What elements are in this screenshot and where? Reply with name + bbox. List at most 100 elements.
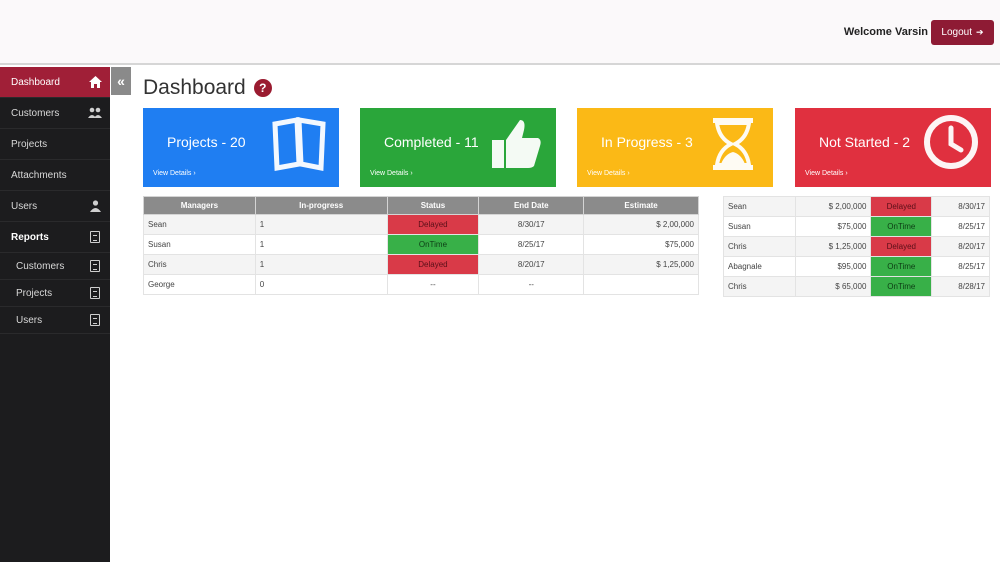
- name-cell: Chris: [723, 276, 796, 297]
- sidebar-item-label: Dashboard: [11, 76, 60, 88]
- status-badge: OnTime: [870, 256, 933, 277]
- managers-table: Managers In-progress Status End Date Est…: [143, 196, 699, 295]
- table-row[interactable]: Chris $ 65,000 OnTime 8/28/17: [723, 276, 990, 297]
- card-not-started: Not Started - 2 View Details ›: [795, 108, 991, 187]
- card-title: Completed - 11: [384, 134, 479, 150]
- card-in-progress: In Progress - 3 View Details ›: [577, 108, 773, 187]
- table-row[interactable]: Sean $ 2,00,000 Delayed 8/30/17: [723, 196, 990, 217]
- date-cell: 8/25/17: [931, 256, 990, 277]
- logout-button[interactable]: Logout ➔: [931, 20, 994, 45]
- sidebar-item-label: Customers: [11, 107, 60, 119]
- card-completed: Completed - 11 View Details ›: [360, 108, 556, 187]
- report-icon: [88, 313, 102, 327]
- table-row[interactable]: George 0 -- --: [143, 274, 699, 295]
- end-date-cell: 8/20/17: [478, 254, 585, 275]
- page-title: Dashboard ?: [143, 76, 272, 100]
- estimate-cell: $ 2,00,000: [583, 214, 699, 235]
- status-badge: Delayed: [870, 236, 933, 257]
- sidebar-item-users[interactable]: Users: [0, 191, 110, 222]
- estimate-cell: $ 1,25,000: [583, 254, 699, 275]
- amount-cell: $ 1,25,000: [794, 236, 872, 257]
- estimate-cell: $75,000: [583, 234, 699, 255]
- home-icon: [88, 75, 102, 89]
- table-row[interactable]: Susan 1 OnTime 8/25/17 $75,000: [143, 234, 699, 255]
- employees-table: Sean $ 2,00,000 Delayed 8/30/17 Susan $7…: [723, 196, 990, 297]
- view-details-link[interactable]: View Details ›: [153, 170, 196, 177]
- sidebar-report-users[interactable]: Users: [0, 307, 110, 334]
- sidebar-item-label: Users: [16, 314, 43, 326]
- report-icon: [88, 286, 102, 300]
- card-title: In Progress - 3: [601, 134, 693, 150]
- sidebar-item-label: Customers: [16, 260, 65, 272]
- end-date-cell: 8/30/17: [478, 214, 585, 235]
- help-icon[interactable]: ?: [253, 79, 272, 97]
- column-header[interactable]: Estimate: [583, 196, 699, 215]
- date-cell: 8/30/17: [931, 196, 990, 217]
- logout-label: Logout: [941, 27, 973, 38]
- hourglass-icon: [713, 118, 753, 170]
- column-header[interactable]: Managers: [143, 196, 256, 215]
- date-cell: 8/20/17: [931, 236, 990, 257]
- in-progress-cell: 1: [254, 254, 388, 275]
- sidebar-report-customers[interactable]: Customers: [0, 253, 110, 280]
- table-header-row: Managers In-progress Status End Date Est…: [143, 196, 699, 215]
- sidebar-item-attachments[interactable]: Attachments: [0, 160, 110, 191]
- in-progress-cell: 1: [254, 214, 388, 235]
- column-header[interactable]: Status: [386, 196, 480, 215]
- status-badge: OnTime: [870, 276, 933, 297]
- book-icon: [272, 117, 326, 172]
- status-badge: OnTime: [386, 234, 480, 255]
- name-cell: Abagnale: [723, 256, 796, 277]
- sidebar-report-projects[interactable]: Projects: [0, 280, 110, 307]
- status-badge: Delayed: [386, 214, 480, 235]
- sidebar: Dashboard Customers Projects Attachments…: [0, 67, 110, 562]
- date-cell: 8/28/17: [931, 276, 990, 297]
- sidebar-item-label: Users: [11, 200, 38, 212]
- table-row[interactable]: Sean 1 Delayed 8/30/17 $ 2,00,000: [143, 214, 699, 235]
- sidebar-item-label: Attachments: [11, 169, 67, 181]
- top-bar: Welcome Varsin Logout ➔: [0, 0, 1000, 65]
- sidebar-item-customers[interactable]: Customers: [0, 98, 110, 129]
- name-cell: Sean: [723, 196, 796, 217]
- in-progress-cell: 1: [254, 234, 388, 255]
- sidebar-section-reports[interactable]: Reports: [0, 222, 110, 253]
- status-cell: --: [386, 274, 480, 295]
- manager-cell: Susan: [143, 234, 256, 255]
- column-header[interactable]: End Date: [478, 196, 585, 215]
- table-row[interactable]: Abagnale $95,000 OnTime 8/25/17: [723, 256, 990, 277]
- sidebar-item-dashboard[interactable]: Dashboard: [0, 67, 110, 98]
- table-row[interactable]: Chris 1 Delayed 8/20/17 $ 1,25,000: [143, 254, 699, 275]
- status-badge: Delayed: [870, 196, 933, 217]
- end-date-cell: --: [478, 274, 585, 295]
- amount-cell: $95,000: [794, 256, 872, 277]
- report-icon: [88, 259, 102, 273]
- thumbs-up-icon: [492, 120, 541, 168]
- view-details-link[interactable]: View Details ›: [805, 170, 848, 177]
- manager-cell: Chris: [143, 254, 256, 275]
- double-chevron-left-icon: «: [117, 73, 125, 89]
- column-header[interactable]: In-progress: [254, 196, 388, 215]
- status-badge: Delayed: [386, 254, 480, 275]
- manager-cell: Sean: [143, 214, 256, 235]
- name-cell: Susan: [723, 216, 796, 237]
- user-icon: [88, 199, 102, 213]
- estimate-cell: [583, 274, 699, 295]
- table-row[interactable]: Chris $ 1,25,000 Delayed 8/20/17: [723, 236, 990, 257]
- sidebar-item-label: Projects: [11, 138, 48, 150]
- sidebar-item-label: Projects: [16, 287, 53, 299]
- card-title: Projects - 20: [167, 134, 246, 150]
- welcome-text: Welcome Varsin: [843, 26, 928, 38]
- view-details-link[interactable]: View Details ›: [587, 170, 630, 177]
- amount-cell: $ 2,00,000: [794, 196, 872, 217]
- report-icon: [88, 230, 102, 244]
- sidebar-collapse-button[interactable]: «: [111, 67, 131, 95]
- clock-icon: [924, 115, 978, 169]
- table-row[interactable]: Susan $75,000 OnTime 8/25/17: [723, 216, 990, 237]
- view-details-link[interactable]: View Details ›: [370, 170, 413, 177]
- sidebar-section-label: Reports: [11, 231, 49, 243]
- manager-cell: George: [143, 274, 256, 295]
- date-cell: 8/25/17: [931, 216, 990, 237]
- card-title: Not Started - 2: [819, 134, 911, 150]
- sidebar-item-projects[interactable]: Projects: [0, 129, 110, 160]
- users-icon: [88, 106, 102, 120]
